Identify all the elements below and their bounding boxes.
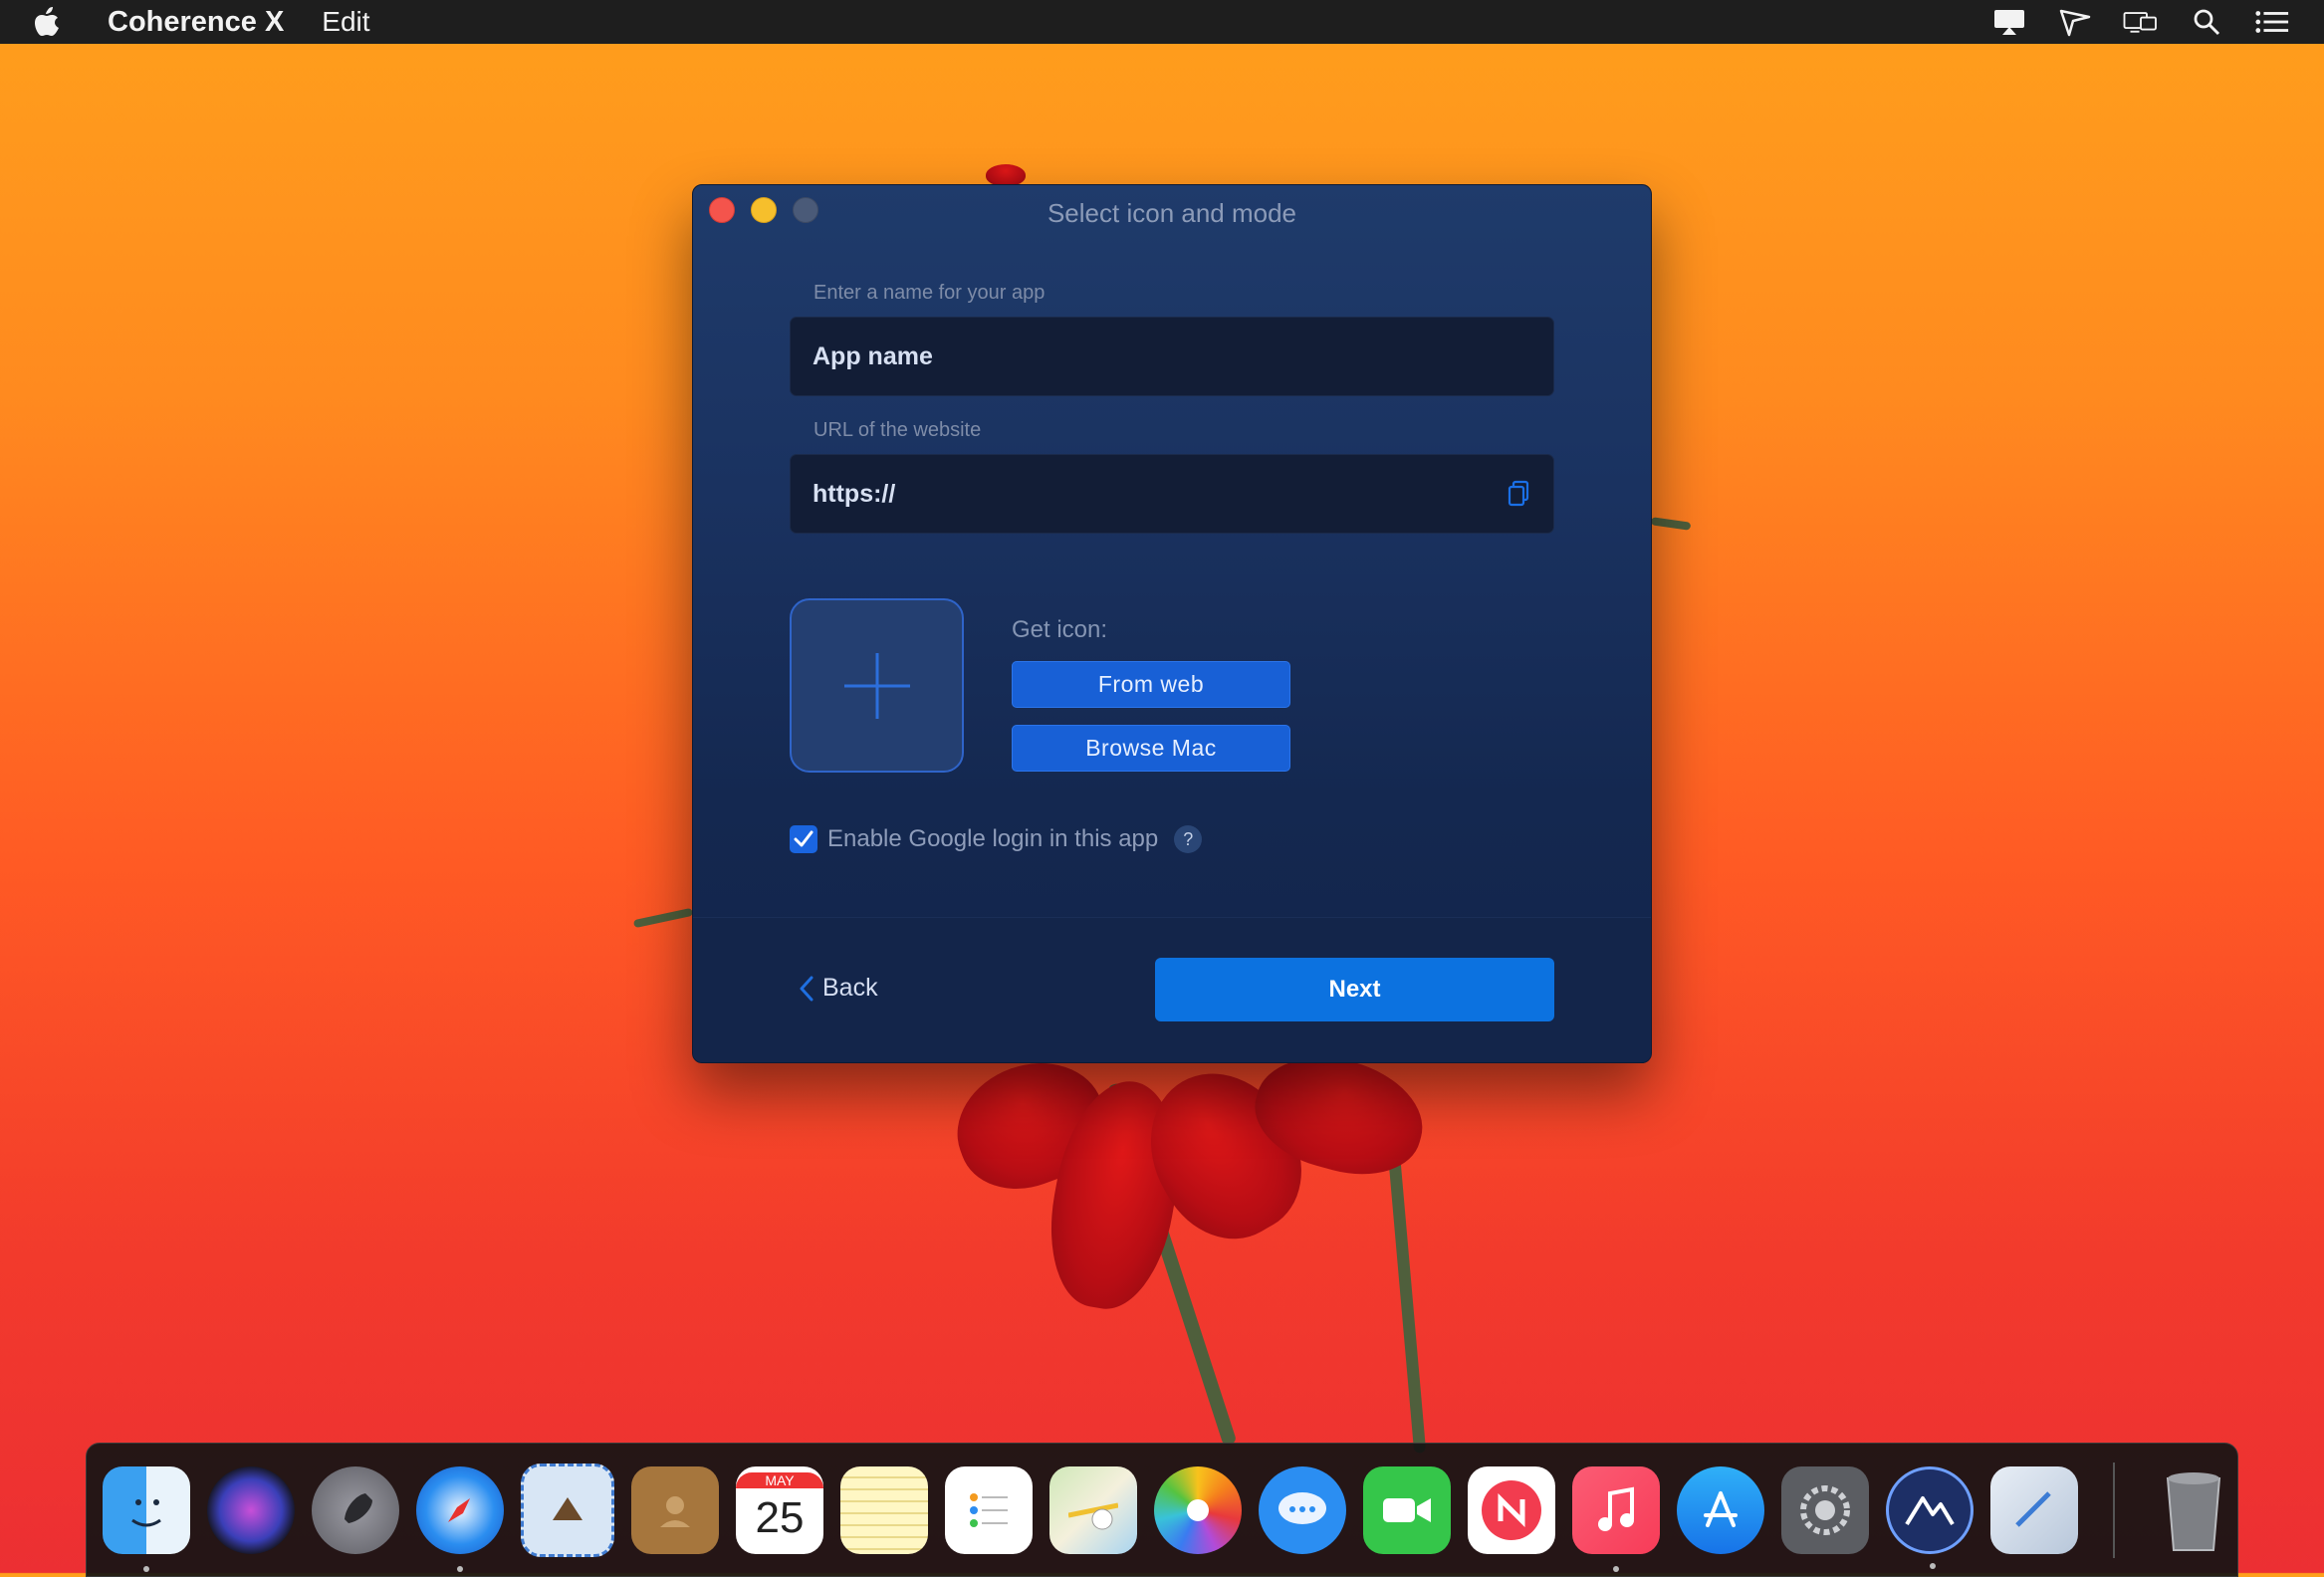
app-name-placeholder: App name — [813, 341, 933, 370]
dock-separator — [2113, 1462, 2115, 1558]
safari-compass-icon[interactable] — [416, 1465, 504, 1572]
dock: MAY 25 — [86, 1443, 2238, 1577]
finder-icon[interactable] — [103, 1465, 190, 1572]
next-button[interactable]: Next — [1155, 958, 1554, 1021]
messages-bubble-icon[interactable] — [1259, 1465, 1346, 1554]
get-icon-label: Get icon: — [1012, 616, 1108, 643]
running-indicator — [143, 1565, 149, 1572]
url-placeholder: https:// — [813, 479, 896, 508]
select-icon-window: Select icon and mode Enter a name for yo… — [692, 184, 1652, 1063]
chevron-left-icon — [800, 976, 813, 1001]
coherence-x-icon[interactable] — [1886, 1465, 1974, 1569]
app-menu-title[interactable]: Coherence X — [108, 6, 284, 39]
display-icon[interactable] — [2123, 7, 2159, 37]
notification-list-icon[interactable] — [2254, 7, 2290, 37]
browse-mac-button[interactable]: Browse Mac — [1012, 725, 1290, 772]
window-title: Select icon and mode — [1046, 198, 1297, 228]
google-login-label: Enable Google login in this app — [827, 825, 1159, 852]
app-icon-drop-well[interactable] — [790, 598, 964, 773]
launchpad-rocket-icon[interactable] — [312, 1465, 399, 1554]
google-login-row: Enable Google login in this app ? — [790, 825, 1203, 853]
app-name-label: Enter a name for your app — [813, 282, 1046, 304]
mail-stamp-icon[interactable] — [521, 1463, 614, 1557]
maps-icon[interactable] — [1049, 1465, 1137, 1554]
paste-icon[interactable] — [1506, 480, 1531, 508]
calendar-month: MAY — [736, 1471, 823, 1488]
siri-icon[interactable] — [207, 1465, 295, 1554]
search-icon[interactable] — [2189, 7, 2224, 37]
google-login-checkbox[interactable] — [790, 825, 817, 853]
photos-icon[interactable] — [1154, 1465, 1242, 1554]
calendar-day: 25 — [755, 1492, 805, 1542]
window-footer: Back Next — [693, 917, 1651, 1062]
plus-icon — [843, 652, 910, 719]
system-preferences-gear-icon[interactable] — [1781, 1465, 1869, 1554]
help-button[interactable]: ? — [1174, 825, 1203, 853]
url-field[interactable]: https:// — [790, 454, 1554, 534]
apple-icon[interactable] — [34, 7, 78, 37]
url-label: URL of the website — [813, 419, 982, 441]
script-editor-icon[interactable] — [1990, 1465, 2078, 1554]
music-note-icon[interactable] — [1572, 1465, 1660, 1572]
menu-bar: Coherence X Edit — [0, 0, 2324, 44]
app-store-icon[interactable] — [1677, 1465, 1764, 1554]
back-button[interactable]: Back — [799, 974, 878, 1003]
send-icon[interactable] — [2057, 7, 2093, 37]
running-indicator — [1613, 1565, 1619, 1572]
facetime-camera-icon[interactable] — [1363, 1465, 1451, 1554]
notes-icon[interactable] — [840, 1465, 928, 1554]
menu-edit[interactable]: Edit — [322, 6, 369, 38]
app-name-field[interactable]: App name — [790, 317, 1554, 396]
contacts-book-icon[interactable] — [631, 1465, 719, 1554]
news-icon[interactable] — [1468, 1465, 1555, 1554]
running-indicator — [1930, 1562, 1936, 1569]
running-indicator — [457, 1565, 463, 1572]
back-label: Back — [822, 974, 878, 1002]
trash-icon[interactable] — [2150, 1466, 2237, 1554]
calendar-icon[interactable]: MAY 25 — [736, 1465, 823, 1554]
checkmark-icon — [794, 830, 813, 847]
airplay-icon[interactable] — [1991, 7, 2027, 37]
from-web-button[interactable]: From web — [1012, 661, 1290, 708]
reminders-icon[interactable] — [945, 1465, 1033, 1554]
